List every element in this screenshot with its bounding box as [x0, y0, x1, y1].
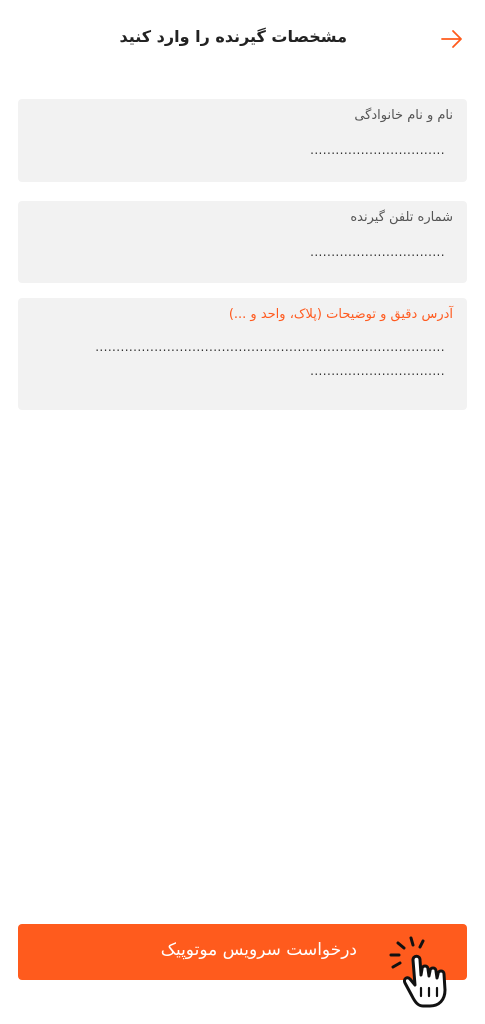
name-field[interactable]: نام و نام خانوادگی .....................… [18, 99, 467, 182]
address-field-label: آدرس دقیق و توضیحات (پلاک، واحد و ...) [228, 307, 453, 322]
address-field-placeholder-line2: ................................ [310, 364, 445, 378]
hand-tap-icon [389, 936, 447, 1008]
name-field-placeholder: ................................ [310, 143, 445, 157]
name-field-label: نام و نام خانوادگی [354, 108, 453, 123]
page-title: مشخصات گیرنده را وارد کنید [119, 27, 348, 46]
request-service-button-label: درخواست سرویس موتوپیک [160, 940, 357, 960]
back-button[interactable] [439, 26, 465, 52]
address-field-placeholder-line1: ........................................… [95, 340, 445, 354]
app-header: مشخصات گیرنده را وارد کنید [0, 0, 485, 78]
phone-field[interactable]: شماره تلفن گیرنده ......................… [18, 201, 467, 283]
address-field[interactable]: آدرس دقیق و توضیحات (پلاک، واحد و ...) .… [18, 298, 467, 410]
arrow-right-icon [441, 30, 462, 48]
phone-field-placeholder: ................................ [310, 245, 445, 259]
phone-field-label: شماره تلفن گیرنده [350, 210, 453, 225]
